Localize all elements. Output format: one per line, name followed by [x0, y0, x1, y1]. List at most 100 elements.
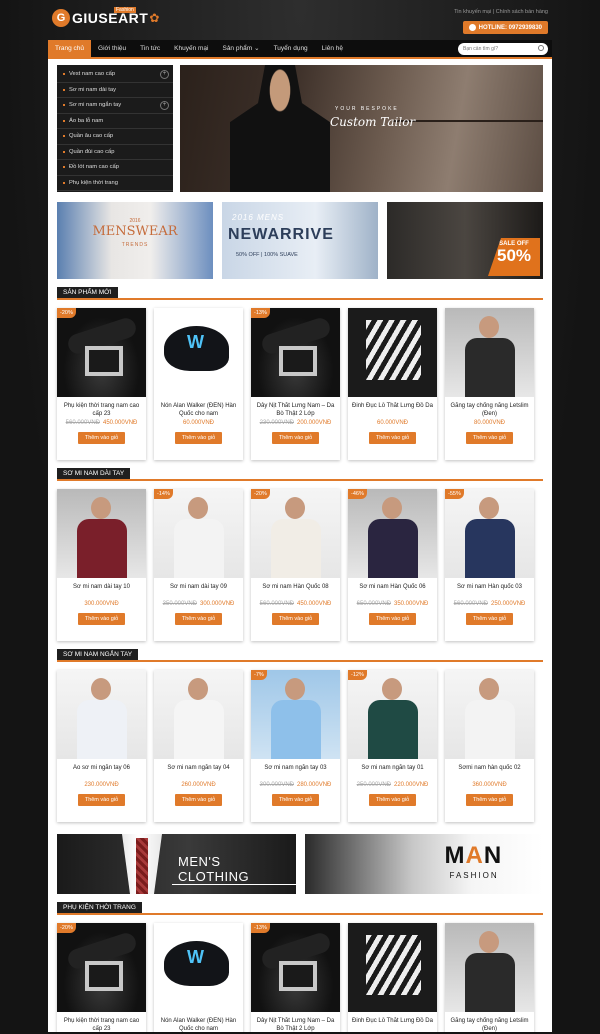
add-to-cart-button[interactable]: Thêm vào giỏ	[77, 613, 126, 625]
nav-item-about[interactable]: Giới thiệu	[91, 40, 133, 57]
product-image[interactable]: -20%	[57, 308, 146, 397]
product-image[interactable]: -13%	[251, 308, 340, 397]
product-card[interactable]: Sơmi nam hàn quốc 02 360.000VNĐ Thêm vào g…	[445, 670, 534, 822]
banner-sale[interactable]: SALE OFF 50%	[387, 202, 543, 279]
product-card[interactable]: Đinh Đục Lỗ Thắt Lưng Đồ Da	[348, 923, 437, 1032]
product-card[interactable]: -46% Sơ mi nam Hàn Quốc 06 650.000VNĐ 350.0…	[348, 489, 437, 641]
nav-item-products[interactable]: Sản phẩm ⌄	[215, 40, 266, 57]
hero-slider[interactable]: YOUR BESPOKE Custom Tailor	[180, 65, 543, 192]
add-to-cart-button[interactable]: Thêm vào giỏ	[271, 613, 320, 625]
nav-item-home[interactable]: Trang chủ	[48, 40, 92, 57]
product-image[interactable]	[154, 670, 243, 759]
product-image[interactable]: -55%	[445, 489, 534, 578]
category-item-accessories[interactable]: Phụ kiện thời trang	[57, 176, 173, 191]
product-card[interactable]: -20% Sơ mi nam Hàn Quốc 08 560.000VNĐ 450.0…	[251, 489, 340, 641]
product-name[interactable]: Sơ mi nam ngắn tay 03	[255, 764, 336, 780]
product-name[interactable]: Sơ mi nam dài tay 10	[61, 583, 142, 599]
product-image[interactable]: -13%	[251, 923, 340, 1012]
product-name[interactable]: Sơ mi nam Hàn Quốc 06	[352, 583, 433, 599]
product-image[interactable]	[348, 308, 437, 397]
add-to-cart-button[interactable]: Thêm vào giỏ	[465, 794, 514, 806]
category-item-trousers[interactable]: Quần âu cao cấp	[57, 129, 173, 145]
category-item-tank[interactable]: Áo ba lỗ nam	[57, 114, 173, 129]
product-image[interactable]	[348, 923, 437, 1012]
search-input[interactable]	[458, 43, 548, 55]
product-image[interactable]: -20%	[251, 489, 340, 578]
plus-icon[interactable]: +	[160, 101, 169, 110]
add-to-cart-button[interactable]: Thêm vào giỏ	[368, 613, 417, 625]
add-to-cart-button[interactable]: Thêm vào giỏ	[465, 432, 514, 444]
plus-icon[interactable]: +	[160, 70, 169, 79]
product-name[interactable]: Dây Nịt Thắt Lưng Nam – Da Bò Thật 2 Lớp	[255, 1017, 336, 1032]
add-to-cart-button[interactable]: Thêm vào giỏ	[77, 432, 126, 444]
nav-item-jobs[interactable]: Tuyển dụng	[267, 40, 315, 57]
hotline-button[interactable]: HOTLINE: 0972939830	[462, 21, 548, 34]
category-item-short-sleeve[interactable]: Sơ mi nam ngắn tay +	[57, 98, 173, 114]
product-image[interactable]	[445, 308, 534, 397]
add-to-cart-button[interactable]: Thêm vào giỏ	[465, 613, 514, 625]
product-name[interactable]: Đinh Đục Lỗ Thắt Lưng Đồ Da	[352, 402, 433, 418]
product-name[interactable]: Áo sơ mi ngắn tay 06	[61, 764, 142, 780]
add-to-cart-button[interactable]: Thêm vào giỏ	[271, 432, 320, 444]
product-name[interactable]: Phụ kiện thời trang nam cao cấp 23	[61, 402, 142, 418]
product-card[interactable]: Sơ mi nam ngắn tay 04 260.000VNĐ Thêm vào …	[154, 670, 243, 822]
section-title[interactable]: SƠ MI NAM DÀI TAY	[57, 468, 131, 479]
product-name[interactable]: Găng tay chống nắng Letslim (Đen)	[449, 1017, 530, 1032]
product-image[interactable]: -7%	[251, 670, 340, 759]
add-to-cart-button[interactable]: Thêm vào giỏ	[368, 794, 417, 806]
product-image[interactable]: -12%	[348, 670, 437, 759]
add-to-cart-button[interactable]: Thêm vào giỏ	[368, 432, 417, 444]
product-image[interactable]	[57, 670, 146, 759]
product-card[interactable]: Nón Alan Walker (ĐEN) Hàn Quốc cho nam 60…	[154, 308, 243, 460]
product-image[interactable]: -14%	[154, 489, 243, 578]
add-to-cart-button[interactable]: Thêm vào giỏ	[174, 432, 223, 444]
category-item-long-sleeve[interactable]: Sơ mi nam dài tay	[57, 83, 173, 98]
logo[interactable]: G GIUSEART ✿ Fashion	[52, 7, 159, 27]
product-card[interactable]: -12% Sơ mi nam ngắn tay 01 250.000VNĐ 220.0…	[348, 670, 437, 822]
banner-menswear[interactable]: 2016 MENSWEAR TRENDS	[57, 202, 213, 279]
nav-item-promo[interactable]: Khuyến mại	[167, 40, 215, 57]
product-card[interactable]: -14% Sơ mi nam dài tay 09 350.000VNĐ 300.00…	[154, 489, 243, 641]
top-links[interactable]: Tin khuyến mại | Chính sách bán hàng	[454, 9, 548, 15]
nav-item-news[interactable]: Tin tức	[133, 40, 167, 57]
add-to-cart-button[interactable]: Thêm vào giỏ	[77, 794, 126, 806]
banner-new-arrive[interactable]: 2016 MENS NEWARRIVE 50% OFF | 100% SUAVE	[222, 202, 378, 279]
product-image[interactable]: -46%	[348, 489, 437, 578]
search-icon[interactable]	[538, 45, 544, 51]
product-card[interactable]: -20% Phụ kiện thời trang nam cao cấp 23	[57, 923, 146, 1032]
product-name[interactable]: Sơmi nam hàn quốc 02	[449, 764, 530, 780]
product-card[interactable]: Nón Alan Walker (ĐEN) Hàn Quốc cho nam	[154, 923, 243, 1032]
product-card[interactable]: -55% Sơ mi nam Hàn quốc 03 560.000VNĐ 250.0…	[445, 489, 534, 641]
product-card[interactable]: Đinh Đục Lỗ Thắt Lưng Đồ Da 60.000VNĐ Thêm…	[348, 308, 437, 460]
product-name[interactable]: Nón Alan Walker (ĐEN) Hàn Quốc cho nam	[158, 402, 239, 418]
category-item-shorts[interactable]: Quần đùi cao cấp	[57, 145, 173, 160]
product-name[interactable]: Sơ mi nam Hàn Quốc 08	[255, 583, 336, 599]
product-card[interactable]: -20% Phụ kiện thời trang nam cao cấp 23 56…	[57, 308, 146, 460]
nav-item-contact[interactable]: Liên hệ	[315, 40, 350, 57]
product-name[interactable]: Găng tay chống nắng Letslim (Đen)	[449, 402, 530, 418]
product-image[interactable]	[154, 308, 243, 397]
section-title[interactable]: PHỤ KIỆN THỜI TRANG	[57, 902, 142, 913]
banner-man-fashion[interactable]: MAN FASHION	[304, 834, 543, 894]
product-name[interactable]: Sơ mi nam ngắn tay 01	[352, 764, 433, 780]
product-image[interactable]	[445, 923, 534, 1012]
product-card[interactable]: Áo sơ mi ngắn tay 06 230.000VNĐ Thêm vào g…	[57, 670, 146, 822]
product-name[interactable]: Dây Nịt Thắt Lưng Nam – Da Bò Thật 2 Lớp	[255, 402, 336, 418]
category-item-vest[interactable]: Vest nam cao cấp +	[57, 67, 173, 83]
product-name[interactable]: Đinh Đục Lỗ Thắt Lưng Đồ Da	[352, 1017, 433, 1032]
product-name[interactable]: Phụ kiện thời trang nam cao cấp 23	[61, 1017, 142, 1032]
product-card[interactable]: Găng tay chống nắng Letslim (Đen) 80.000V…	[445, 308, 534, 460]
product-name[interactable]: Sơ mi nam ngắn tay 04	[158, 764, 239, 780]
category-item-underwear[interactable]: Đồ lót nam cao cấp	[57, 160, 173, 176]
product-card[interactable]: -13% Dây Nịt Thắt Lưng Nam – Da Bò Thật 2…	[251, 923, 340, 1032]
product-image[interactable]	[57, 489, 146, 578]
add-to-cart-button[interactable]: Thêm vào giỏ	[174, 613, 223, 625]
add-to-cart-button[interactable]: Thêm vào giỏ	[174, 794, 223, 806]
product-name[interactable]: Nón Alan Walker (ĐEN) Hàn Quốc cho nam	[158, 1017, 239, 1032]
banner-mens-clothing[interactable]: MEN'S CLOTHING	[57, 834, 296, 894]
product-card[interactable]: -13% Dây Nịt Thắt Lưng Nam – Da Bò Thật 2…	[251, 308, 340, 460]
product-card[interactable]: -7% Sơ mi nam ngắn tay 03 300.000VNĐ 280.00…	[251, 670, 340, 822]
product-name[interactable]: Sơ mi nam dài tay 09	[158, 583, 239, 599]
product-image[interactable]	[445, 670, 534, 759]
add-to-cart-button[interactable]: Thêm vào giỏ	[271, 794, 320, 806]
